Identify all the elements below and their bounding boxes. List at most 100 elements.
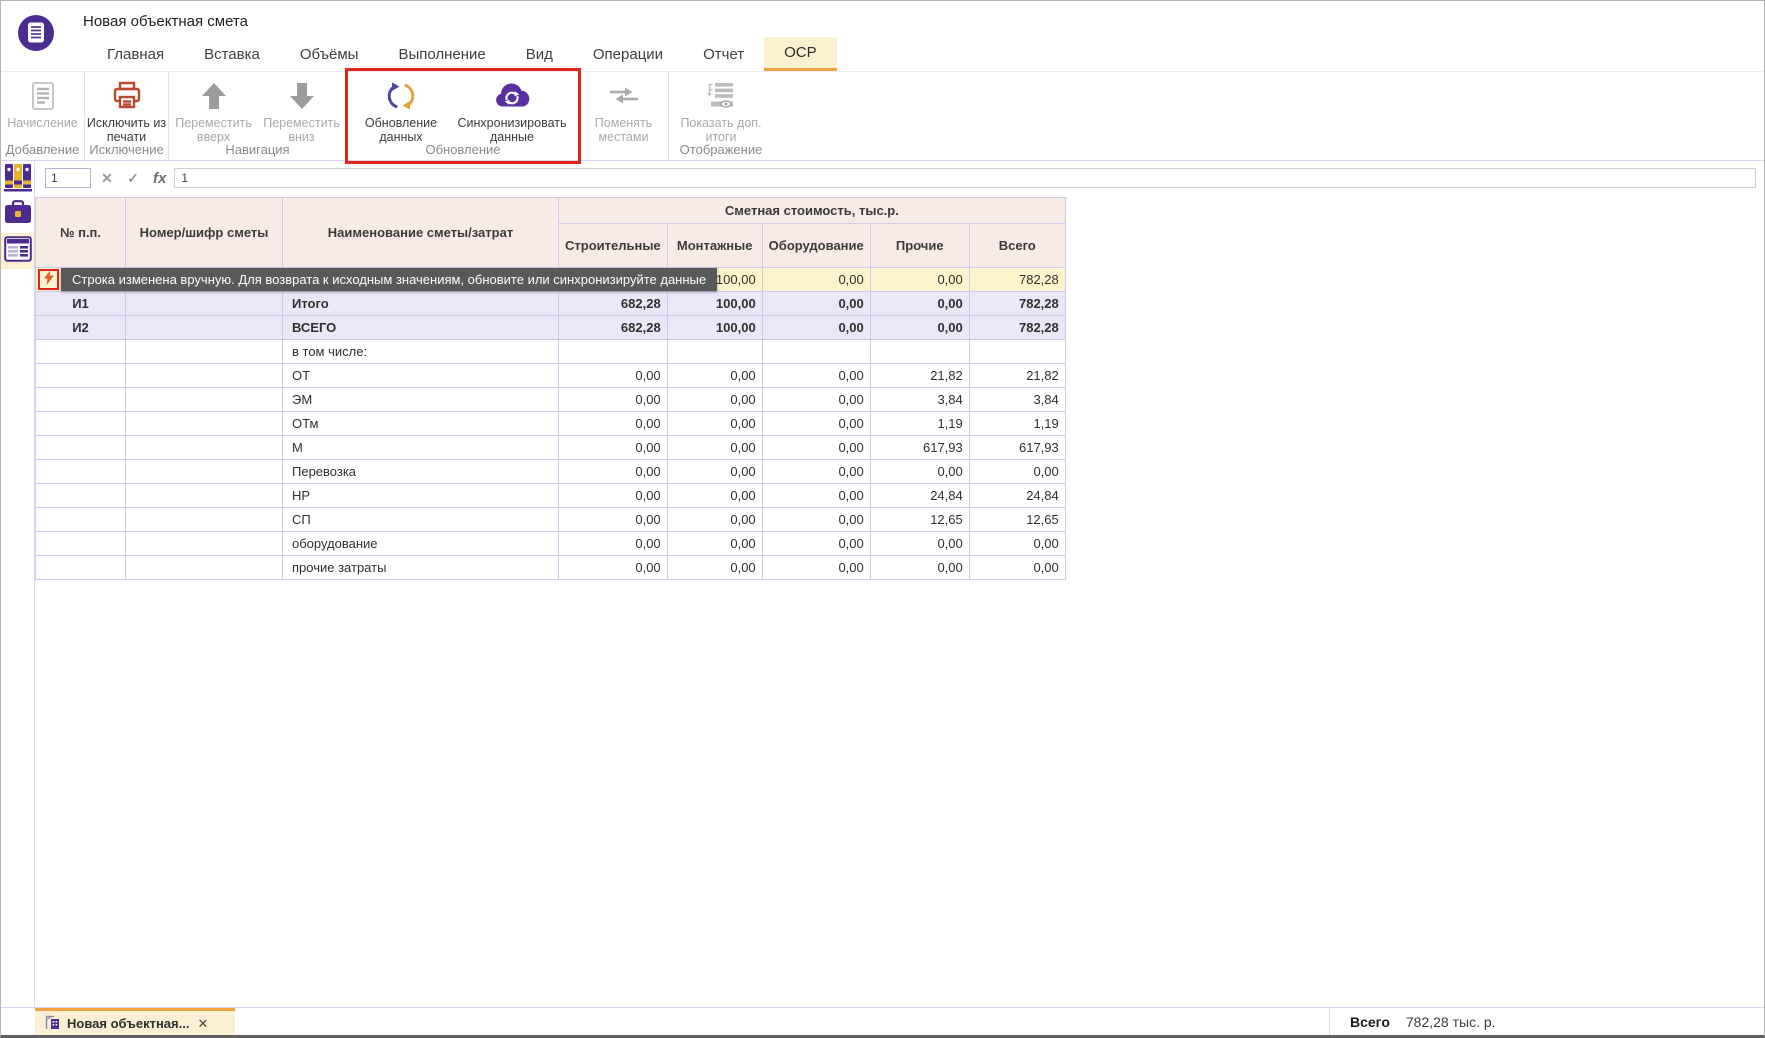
cell-oborudovanie[interactable]: 0,00 — [762, 388, 870, 412]
cell-vsego[interactable]: 617,93 — [969, 436, 1065, 460]
cell-oborudovanie[interactable]: 0,00 — [762, 316, 870, 340]
cell-prochie[interactable]: 12,65 — [870, 508, 969, 532]
cell-prochie[interactable]: 0,00 — [870, 556, 969, 580]
cell-name[interactable]: Итого — [283, 292, 559, 316]
cell-oborudovanie[interactable]: 0,00 — [762, 484, 870, 508]
menu-tab-osr[interactable]: ОСР — [764, 37, 837, 71]
sidebar-item-estimate[interactable] — [1, 233, 34, 269]
cell-oborudovanie[interactable]: 0,00 — [762, 460, 870, 484]
cell-num[interactable] — [36, 460, 126, 484]
cell-prochie[interactable]: 0,00 — [870, 532, 969, 556]
cell-montazhnye[interactable]: 0,00 — [667, 364, 762, 388]
cell-num[interactable] — [36, 484, 126, 508]
menu-tab-vid[interactable]: Вид — [506, 37, 573, 71]
menu-tab-glavnaya[interactable]: Главная — [87, 37, 184, 71]
sidebar-item-tools[interactable] — [1, 197, 34, 233]
cell-montazhnye[interactable]: 100,00 — [667, 316, 762, 340]
cell-code[interactable] — [126, 316, 283, 340]
cell-num[interactable] — [36, 532, 126, 556]
cell-vsego[interactable]: 24,84 — [969, 484, 1065, 508]
formula-input[interactable] — [174, 168, 1756, 188]
cell-oborudovanie[interactable]: 0,00 — [762, 268, 870, 292]
cell-montazhnye[interactable]: 0,00 — [667, 436, 762, 460]
cell-stroitelnye[interactable]: 0,00 — [559, 484, 668, 508]
document-tab[interactable]: Новая объектная... ✕ — [35, 1008, 235, 1036]
cell-montazhnye[interactable] — [667, 340, 762, 364]
cell-code[interactable] — [126, 508, 283, 532]
cell-num[interactable]: И2 — [36, 316, 126, 340]
cell-name[interactable]: НР — [283, 484, 559, 508]
cell-num[interactable] — [36, 364, 126, 388]
cancel-icon[interactable]: ✕ — [97, 170, 117, 187]
cell-name[interactable]: ЭМ — [283, 388, 559, 412]
cell-stroitelnye[interactable]: 0,00 — [559, 532, 668, 556]
cell-code[interactable] — [126, 532, 283, 556]
cell-vsego[interactable]: 782,28 — [969, 292, 1065, 316]
cell-prochie[interactable]: 617,93 — [870, 436, 969, 460]
row-modified-indicator[interactable] — [38, 269, 59, 290]
cell-stroitelnye[interactable]: 0,00 — [559, 388, 668, 412]
cell-name[interactable]: СП — [283, 508, 559, 532]
cell-vsego[interactable]: 0,00 — [969, 460, 1065, 484]
cell-prochie[interactable]: 3,84 — [870, 388, 969, 412]
refresh-data-button[interactable]: Обновление данных — [353, 77, 449, 144]
cell-stroitelnye[interactable]: 0,00 — [559, 460, 668, 484]
cell-num[interactable] — [36, 412, 126, 436]
cell-num[interactable] — [36, 340, 126, 364]
cell-prochie[interactable]: 24,84 — [870, 484, 969, 508]
cell-montazhnye[interactable]: 0,00 — [667, 388, 762, 412]
cell-prochie[interactable] — [870, 340, 969, 364]
cell-name[interactable]: ВСЕГО — [283, 316, 559, 340]
cell-oborudovanie[interactable]: 0,00 — [762, 556, 870, 580]
cell-vsego[interactable]: 0,00 — [969, 532, 1065, 556]
menu-tab-vstavka[interactable]: Вставка — [184, 37, 280, 71]
menu-tab-vypolnenie[interactable]: Выполнение — [378, 37, 505, 71]
cell-oborudovanie[interactable]: 0,00 — [762, 412, 870, 436]
cell-num[interactable] — [36, 388, 126, 412]
cell-vsego[interactable]: 3,84 — [969, 388, 1065, 412]
cell-code[interactable] — [126, 364, 283, 388]
cell-vsego[interactable] — [969, 340, 1065, 364]
cell-name[interactable]: М — [283, 436, 559, 460]
cell-vsego[interactable]: 21,82 — [969, 364, 1065, 388]
cell-vsego[interactable]: 12,65 — [969, 508, 1065, 532]
cell-code[interactable] — [126, 484, 283, 508]
cell-stroitelnye[interactable]: 682,28 — [559, 316, 668, 340]
cell-prochie[interactable]: 1,19 — [870, 412, 969, 436]
confirm-icon[interactable]: ✓ — [123, 170, 143, 187]
cell-code[interactable] — [126, 412, 283, 436]
cell-code[interactable] — [126, 556, 283, 580]
cell-reference-input[interactable] — [45, 168, 91, 188]
cell-num[interactable] — [36, 556, 126, 580]
cell-name[interactable]: оборудование — [283, 532, 559, 556]
cell-num[interactable] — [36, 436, 126, 460]
cell-vsego[interactable]: 782,28 — [969, 268, 1065, 292]
synchronize-data-button[interactable]: Синхронизировать данные — [451, 77, 573, 144]
cell-stroitelnye[interactable]: 0,00 — [559, 364, 668, 388]
cell-stroitelnye[interactable]: 0,00 — [559, 412, 668, 436]
cell-code[interactable] — [126, 436, 283, 460]
cell-montazhnye[interactable]: 0,00 — [667, 508, 762, 532]
cell-oborudovanie[interactable] — [762, 340, 870, 364]
cell-name[interactable]: прочие затраты — [283, 556, 559, 580]
cell-oborudovanie[interactable]: 0,00 — [762, 436, 870, 460]
cell-stroitelnye[interactable]: 0,00 — [559, 508, 668, 532]
cell-stroitelnye[interactable]: 0,00 — [559, 556, 668, 580]
cell-montazhnye[interactable]: 0,00 — [667, 484, 762, 508]
close-icon[interactable]: ✕ — [197, 1016, 208, 1032]
sidebar-item-library[interactable] — [1, 161, 34, 197]
cell-vsego[interactable]: 0,00 — [969, 556, 1065, 580]
cell-oborudovanie[interactable]: 0,00 — [762, 508, 870, 532]
cell-oborudovanie[interactable]: 0,00 — [762, 292, 870, 316]
cell-name[interactable]: в том числе: — [283, 340, 559, 364]
cell-montazhnye[interactable]: 100,00 — [667, 292, 762, 316]
cell-oborudovanie[interactable]: 0,00 — [762, 364, 870, 388]
cell-montazhnye[interactable]: 0,00 — [667, 556, 762, 580]
menu-tab-otchet[interactable]: Отчет — [683, 37, 764, 71]
cell-name[interactable]: Перевозка — [283, 460, 559, 484]
cell-oborudovanie[interactable]: 0,00 — [762, 532, 870, 556]
cell-prochie[interactable]: 21,82 — [870, 364, 969, 388]
cell-montazhnye[interactable]: 0,00 — [667, 412, 762, 436]
cell-prochie[interactable]: 0,00 — [870, 460, 969, 484]
cell-prochie[interactable]: 0,00 — [870, 292, 969, 316]
